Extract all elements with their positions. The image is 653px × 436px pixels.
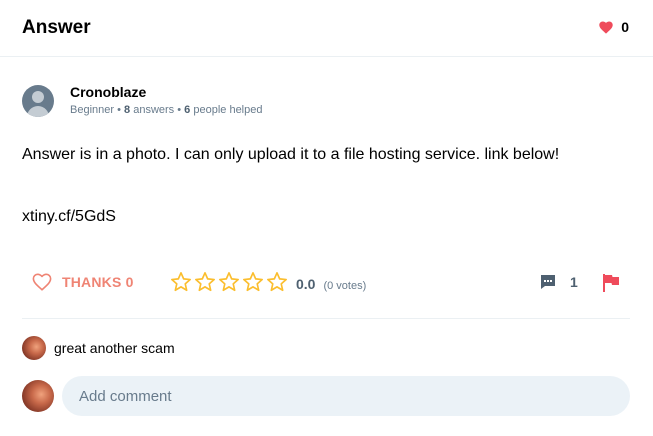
comment-text: great another scam xyxy=(54,340,175,356)
comment-item: great another scam xyxy=(22,336,175,360)
author-answers-count: 8 xyxy=(124,104,131,116)
author-meta: Beginner • 8 answers • 6 people helped xyxy=(70,104,263,116)
author-helped-label: people helped xyxy=(193,104,263,116)
star-icon[interactable] xyxy=(194,271,216,293)
thanks-button[interactable]: THANKS 0 xyxy=(32,273,134,291)
header-title: Answer xyxy=(22,17,91,38)
answer-text: Answer is in a photo. I can only upload … xyxy=(22,146,560,163)
current-user-avatar[interactable] xyxy=(22,380,54,412)
rating-value: 0.0 xyxy=(296,276,316,292)
answer-link: xtiny.cf/5GdS xyxy=(22,208,116,225)
commenter-avatar[interactable] xyxy=(22,336,46,360)
author-helped-count: 6 xyxy=(184,104,191,116)
rating-summary: 0.0 (0 votes) xyxy=(296,276,366,292)
star-icon[interactable] xyxy=(242,271,264,293)
report-button[interactable] xyxy=(602,273,620,298)
author-rank: Beginner xyxy=(70,104,115,116)
add-comment-input[interactable] xyxy=(62,376,630,416)
rating-votes: (0 votes) xyxy=(323,280,367,292)
author-avatar[interactable] xyxy=(22,84,54,117)
answer-header: Answer 0 xyxy=(0,0,653,57)
add-comment-row xyxy=(22,376,630,416)
comments-divider xyxy=(22,318,630,319)
heart-outline-icon xyxy=(32,273,52,291)
author-answers-label: answers xyxy=(133,104,175,116)
comment-icon xyxy=(541,275,555,289)
flag-icon[interactable] xyxy=(602,273,620,293)
likes-count: 0 xyxy=(621,19,629,35)
author-block: Cronoblaze Beginner • 8 answers • 6 peop… xyxy=(22,84,262,117)
answer-actions: THANKS 0 0.0 (0 votes) 1 xyxy=(22,268,630,298)
star-icon[interactable] xyxy=(170,271,192,293)
comments-count: 1 xyxy=(570,274,578,290)
star-icon[interactable] xyxy=(218,271,240,293)
comments-button[interactable]: 1 xyxy=(540,274,578,290)
star-icon[interactable] xyxy=(266,271,288,293)
heart-icon[interactable] xyxy=(599,20,613,34)
author-info: Cronoblaze Beginner • 8 answers • 6 peop… xyxy=(70,84,262,117)
header-likes[interactable]: 0 xyxy=(599,19,629,35)
thanks-label: THANKS 0 xyxy=(62,274,134,290)
author-name[interactable]: Cronoblaze xyxy=(70,84,262,100)
rating-stars[interactable] xyxy=(170,271,288,293)
